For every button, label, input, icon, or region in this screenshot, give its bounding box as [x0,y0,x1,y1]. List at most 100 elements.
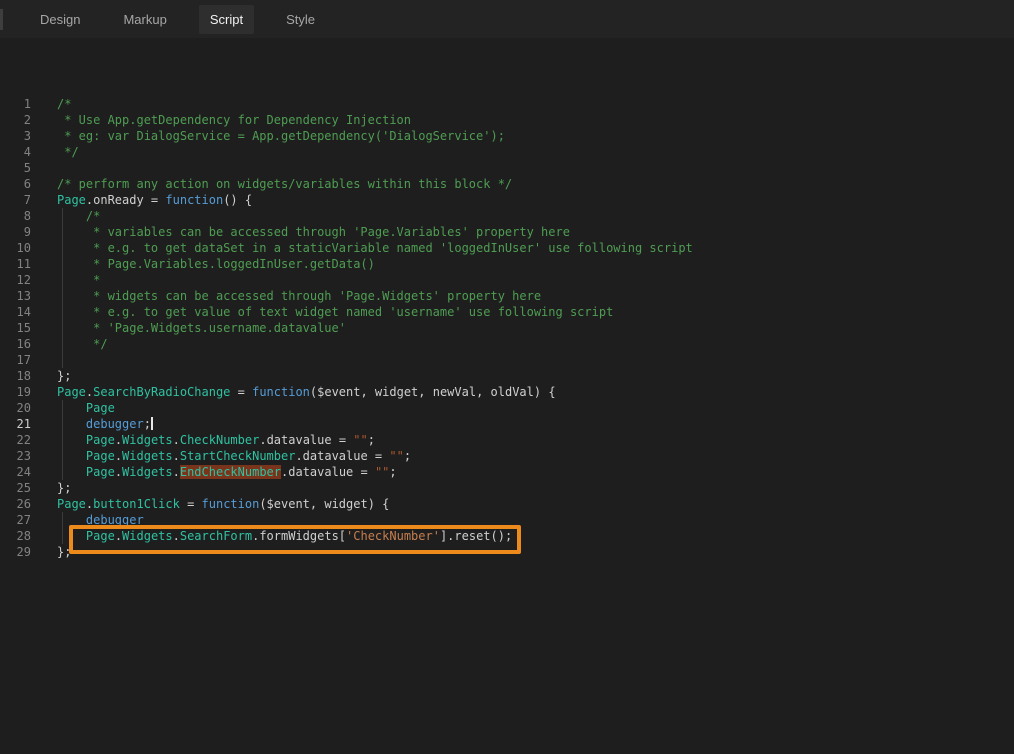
code-line[interactable]: 23 Page.Widgets.StartCheckNumber.dataval… [0,448,1014,464]
line-number: 15 [0,320,31,336]
code-line[interactable]: 2 * Use App.getDependency for Dependency… [0,112,1014,128]
code-token: /* [57,97,71,111]
code-line[interactable]: 26Page.button1Click = function($event, w… [0,496,1014,512]
code-line[interactable]: 22 Page.Widgets.CheckNumber.datavalue = … [0,432,1014,448]
code-token: . [115,465,122,479]
code-line[interactable]: 11 * Page.Variables.loggedInUser.getData… [0,256,1014,272]
code-line[interactable]: 3 * eg: var DialogService = App.getDepen… [0,128,1014,144]
code-area[interactable]: 1/*2 * Use App.getDependency for Depende… [0,96,1014,560]
code-line[interactable]: 5 [0,160,1014,176]
code-line[interactable]: 8 /* [0,208,1014,224]
search-match-highlight: EndCheckNumber [180,465,281,479]
line-number: 11 [0,256,31,272]
line-number: 10 [0,240,31,256]
code-token: CheckNumber [180,433,259,447]
code-line[interactable]: 29}; [0,544,1014,560]
code-token: */ [57,145,79,159]
code-token: ($event, widget) { [259,497,389,511]
code-token: = [180,497,202,511]
code-line[interactable]: 27 debugger [0,512,1014,528]
code-line[interactable]: 7Page.onReady = function() { [0,192,1014,208]
code-line[interactable]: 14 * e.g. to get value of text widget na… [0,304,1014,320]
line-content: }; [31,480,71,496]
indent-guide [62,416,63,432]
line-number: 1 [0,96,31,112]
code-token: * Page.Variables.loggedInUser.getData() [57,257,375,271]
code-token: function [202,497,260,511]
line-content: * variables can be accessed through 'Pag… [31,224,570,240]
line-content: * 'Page.Widgets.username.datavalue' [31,320,346,336]
indent-guide [62,240,63,256]
code-line[interactable]: 12 * [0,272,1014,288]
indent-guide [62,512,63,528]
code-token: .datavalue = [259,433,353,447]
line-number: 20 [0,400,31,416]
line-number: 8 [0,208,31,224]
code-token: () { [223,193,252,207]
code-token: }; [57,369,71,383]
script-code-editor[interactable]: 1/*2 * Use App.getDependency for Depende… [0,38,1014,754]
code-line[interactable]: 9 * variables can be accessed through 'P… [0,224,1014,240]
code-token: * widgets can be accessed through 'Page.… [57,289,541,303]
code-token: 'CheckNumber' [346,529,440,543]
indent-guide [62,320,63,336]
code-line[interactable]: 6/* perform any action on widgets/variab… [0,176,1014,192]
code-token: Widgets [122,529,173,543]
line-content: Page.Widgets.StartCheckNumber.datavalue … [31,448,411,464]
code-line[interactable]: 17 [0,352,1014,368]
line-content: * e.g. to get dataSet in a staticVariabl… [31,240,693,256]
code-token: . [173,433,180,447]
line-number: 19 [0,384,31,400]
tab-design[interactable]: Design [29,5,91,34]
code-token: function [252,385,310,399]
code-line[interactable]: 16 */ [0,336,1014,352]
code-line[interactable]: 15 * 'Page.Widgets.username.datavalue' [0,320,1014,336]
line-number: 28 [0,528,31,544]
line-number: 9 [0,224,31,240]
code-token: * e.g. to get dataSet in a staticVariabl… [57,241,693,255]
code-token: * 'Page.Widgets.username.datavalue' [57,321,346,335]
line-content: /* [31,96,71,112]
line-number: 2 [0,112,31,128]
code-line[interactable]: 1 /* [0,96,1014,112]
code-line[interactable]: 28 Page.Widgets.SearchForm.formWidgets['… [0,528,1014,544]
code-token: }; [57,481,71,495]
code-token: Page [57,497,86,511]
indent-guide [62,528,63,544]
line-content: * Page.Variables.loggedInUser.getData() [31,256,375,272]
code-token: debugger [86,513,144,527]
line-content: Page.button1Click = function($event, wid… [31,496,389,512]
code-line[interactable]: 13 * widgets can be accessed through 'Pa… [0,288,1014,304]
code-token: SearchByRadioChange [93,385,230,399]
code-line[interactable]: 20 Page [0,400,1014,416]
code-token: "" [353,433,367,447]
line-content: /* [31,208,100,224]
code-line[interactable]: 25}; [0,480,1014,496]
code-token: * [57,273,100,287]
code-line[interactable]: 24 Page.Widgets.EndCheckNumber.datavalue… [0,464,1014,480]
line-number: 21 [0,416,31,432]
tab-style[interactable]: Style [275,5,326,34]
line-number: 16 [0,336,31,352]
code-line[interactable]: 4 */ [0,144,1014,160]
code-line[interactable]: 21 debugger; [0,416,1014,432]
line-content: */ [31,144,79,160]
code-token: "" [389,449,403,463]
tab-script[interactable]: Script [199,5,254,34]
code-token: button1Click [93,497,180,511]
indent-guide [62,352,63,368]
line-content: /* perform any action on widgets/variabl… [31,176,512,192]
code-token: /* perform any action on widgets/variabl… [57,177,512,191]
code-line[interactable]: 10 * e.g. to get dataSet in a staticVari… [0,240,1014,256]
code-line[interactable]: 18}; [0,368,1014,384]
tab-markup[interactable]: Markup [112,5,177,34]
indent-guide [62,256,63,272]
code-token: .datavalue = [295,449,389,463]
line-number: 14 [0,304,31,320]
line-content: Page.Widgets.CheckNumber.datavalue = ""; [31,432,375,448]
code-line[interactable]: 19Page.SearchByRadioChange = function($e… [0,384,1014,400]
code-token: . [173,449,180,463]
line-content: Page [31,400,115,416]
code-token: Page [86,449,115,463]
line-number: 26 [0,496,31,512]
